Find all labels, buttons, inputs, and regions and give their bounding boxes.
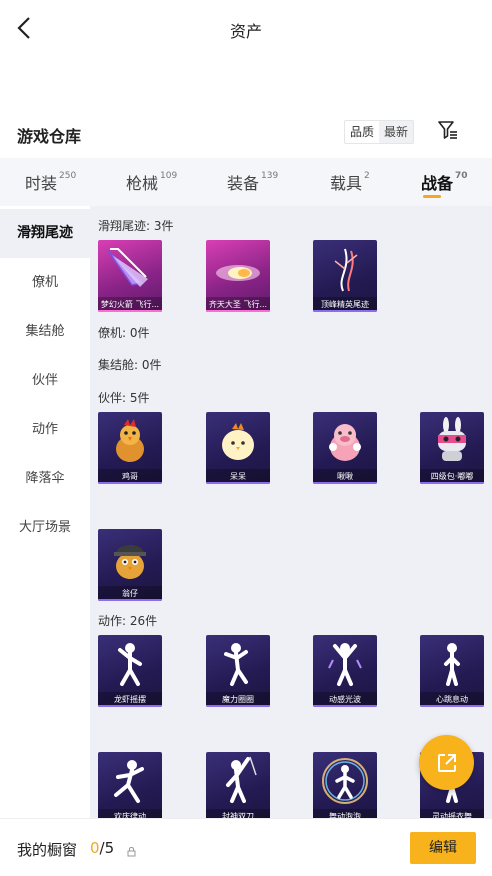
item-card[interactable]: 翁仔 <box>98 529 162 601</box>
sidebar-item-lobby-scene[interactable]: 大厅场景 <box>0 503 90 552</box>
rarity-stripe <box>313 310 377 312</box>
dance-pose-icon <box>98 635 162 693</box>
dance-pose-icon <box>313 635 377 693</box>
rarity-stripe <box>98 482 162 484</box>
elite-trail-icon <box>313 240 377 298</box>
rarity-stripe <box>206 705 270 707</box>
item-card[interactable]: 龙虾摇摆 <box>98 635 162 707</box>
sidebar-item-assembly-pod[interactable]: 集结舱 <box>0 307 90 356</box>
section-label: 滑翔尾迹: 3件 <box>98 219 174 233</box>
top-bar: 资产 <box>0 0 492 58</box>
rarity-stripe <box>420 482 484 484</box>
tab-guns[interactable]: 枪械 109 <box>126 170 177 194</box>
category-sidebar: 滑翔尾迹 僚机 集结舱 伙伴 动作 降落伞 大厅场景 <box>0 206 90 818</box>
rarity-stripe <box>98 599 162 601</box>
item-card[interactable]: 欢庆律动 <box>98 752 162 818</box>
dance-pose-icon <box>206 752 270 810</box>
sidebar-item-wingman[interactable]: 僚机 <box>0 258 90 307</box>
item-card[interactable]: 齐天大圣 飞行... <box>206 240 270 312</box>
helmet-chick-partner-icon <box>98 529 162 587</box>
sort-toggle: 品质 最新 <box>344 120 415 144</box>
sidebar-item-partner[interactable]: 伙伴 <box>0 356 90 405</box>
rarity-stripe <box>98 310 162 312</box>
active-tab-indicator <box>423 195 442 198</box>
sidebar-item-parachute[interactable]: 降落伞 <box>0 454 90 503</box>
showcase-label: 我的橱窗 <box>17 841 78 859</box>
item-name: 欢庆律动 <box>98 809 162 818</box>
item-card[interactable]: 顶峰精英尾迹 <box>313 240 377 312</box>
sidebar-item-glide-trail[interactable]: 滑翔尾迹 <box>0 209 90 258</box>
dance-pose-icon <box>420 635 484 693</box>
section-label: 伙伴: 5件 <box>98 391 150 405</box>
item-card[interactable]: 四级包·嘟嘟 <box>420 412 484 484</box>
pink-pig-partner-icon <box>313 412 377 470</box>
sidebar-item-emote[interactable]: 动作 <box>0 405 90 454</box>
tab-equipment[interactable]: 装备 139 <box>227 170 278 194</box>
external-link-icon <box>437 753 456 772</box>
item-card[interactable]: 梦幻火箭 飞行... <box>98 240 162 312</box>
section-label: 动作: 26件 <box>98 614 158 628</box>
warehouse-title: 游戏仓库 <box>17 127 82 146</box>
lock-icon <box>127 842 136 857</box>
share-button[interactable] <box>419 735 474 790</box>
item-name: 封神双刀 <box>206 809 270 818</box>
dance-pose-icon <box>206 635 270 693</box>
item-card[interactable]: 啾啾 <box>313 412 377 484</box>
rarity-stripe <box>206 482 270 484</box>
bubble-dance-icon <box>313 752 377 810</box>
section-label: 僚机: 0件 <box>98 326 150 340</box>
item-card[interactable]: 呆呆 <box>206 412 270 484</box>
rarity-stripe <box>313 482 377 484</box>
item-name: 舞动泡泡 <box>313 809 377 818</box>
bottom-bar: 我的橱窗 0/5 编辑 <box>0 818 492 876</box>
sort-quality-option[interactable]: 品质 <box>345 121 379 143</box>
backpack-bunny-partner-icon <box>420 412 484 470</box>
item-name: 灵动摇衣舞 <box>420 809 484 818</box>
item-grid: 滑翔尾迹: 3件 梦幻火箭 飞行... 齐天大圣 飞行... 顶峰精英尾迹 僚机… <box>90 206 492 818</box>
dance-pose-icon <box>98 752 162 810</box>
showcase-count: 0/5 <box>90 839 115 857</box>
warehouse-header: 游戏仓库 品质 最新 <box>0 116 492 152</box>
rocket-trail-icon <box>98 240 162 298</box>
tab-combat-gear[interactable]: 战备 70 <box>421 170 468 198</box>
page-title: 资产 <box>229 22 262 41</box>
edit-button[interactable]: 编辑 <box>410 832 476 864</box>
item-card[interactable]: 鸡哥 <box>98 412 162 484</box>
category-tabs: 时装 250 枪械 109 装备 139 载具 2 战备 70 <box>0 158 492 206</box>
rarity-stripe <box>420 705 484 707</box>
rarity-stripe <box>206 310 270 312</box>
cloud-trail-icon <box>206 240 270 298</box>
rarity-stripe <box>98 705 162 707</box>
item-card[interactable]: 动感光波 <box>313 635 377 707</box>
chicken-partner-icon <box>98 412 162 470</box>
tab-vehicles[interactable]: 载具 2 <box>330 170 370 194</box>
tab-fashion[interactable]: 时装 250 <box>25 170 76 194</box>
section-label: 集结舱: 0件 <box>98 358 162 372</box>
filter-icon[interactable] <box>436 118 460 142</box>
item-card[interactable]: 舞动泡泡 <box>313 752 377 818</box>
chick-partner-icon <box>206 412 270 470</box>
sort-newest-option[interactable]: 最新 <box>379 121 414 143</box>
rarity-stripe <box>313 705 377 707</box>
item-card[interactable]: 封神双刀 <box>206 752 270 818</box>
item-card[interactable]: 魔力圈圈 <box>206 635 270 707</box>
item-card[interactable]: 心跳息动 <box>420 635 484 707</box>
